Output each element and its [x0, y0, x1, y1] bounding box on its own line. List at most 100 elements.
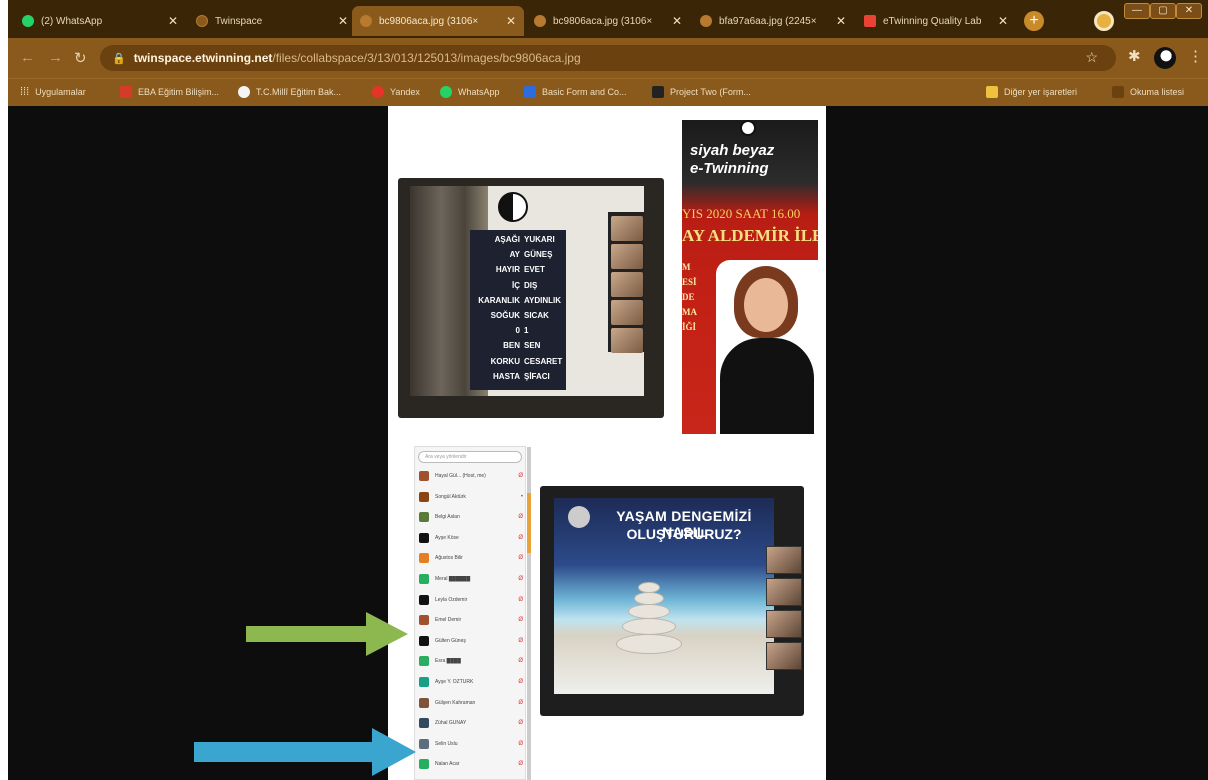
participant-name: Songül Aktürk	[435, 493, 466, 500]
bookmark-label: Basic Form and Co...	[542, 87, 627, 97]
whatsapp-icon	[440, 86, 452, 98]
participant-name: Esra ████	[435, 658, 461, 665]
bookmark-apps[interactable]: ⁞⁞⁞ Uygulamalar	[20, 86, 86, 98]
video-thumbnail	[611, 328, 643, 353]
participant-name: Ayşe Köse	[435, 534, 459, 541]
video-thumbnail	[766, 610, 802, 638]
tab-whatsapp[interactable]: (2) WhatsApp ✕	[14, 6, 186, 36]
bookmark-whatsapp[interactable]: WhatsApp	[440, 86, 500, 98]
right-word: EVET	[524, 265, 545, 275]
close-tab-icon[interactable]: ✕	[836, 14, 846, 28]
close-tab-icon[interactable]: ✕	[672, 14, 682, 28]
participant-row: Zühal GÜNAY Ø	[419, 716, 523, 730]
participant-row: Selin Uslu Ø	[419, 737, 523, 751]
poster-letter: ESİ	[682, 277, 697, 287]
participant-row: Nalan Acar Ø	[419, 757, 523, 771]
participant-avatar	[419, 718, 429, 729]
bookmark-other[interactable]: Diğer yer işaretleri	[986, 86, 1077, 98]
right-word: YUKARI	[524, 235, 555, 244]
close-tab-icon[interactable]: ✕	[998, 14, 1008, 28]
close-tab-icon[interactable]: ✕	[506, 14, 516, 28]
mic-muted-icon: Ø	[518, 514, 523, 521]
video-thumbnail	[611, 216, 643, 241]
reading-list[interactable]: Okuma listesi	[1112, 86, 1184, 98]
bookmark-meb[interactable]: T.C.Millî Eğitim Bak...	[238, 86, 341, 98]
tab-title: bc9806aca.jpg (3106×	[553, 15, 653, 27]
mic-muted-icon: Ø	[518, 658, 523, 665]
tab-title: bfa97a6aa.jpg (2245×	[719, 15, 817, 27]
video-thumbnail	[611, 272, 643, 297]
participant-name: Hayal Gül... (Host, me)	[435, 473, 486, 479]
bookmark-label: Yandex	[390, 87, 420, 97]
green-arrow	[246, 612, 408, 656]
slide-screen: YAŞAM DENGEMİZİ NASIL OLUŞTURURUZ?	[554, 498, 774, 694]
bookmark-star-icon[interactable]: ☆	[1085, 49, 1098, 66]
collage-image[interactable]: AŞAĞI AY HAYIR İÇ KARANLIK SOĞUK 0 BEN KORKU HAST…	[388, 106, 826, 780]
participant-row: Esra ████ Ø	[419, 654, 523, 668]
bookmark-label: Diğer yer işaretleri	[1004, 87, 1078, 97]
mic-muted-icon: •	[520, 493, 523, 500]
forward-icon[interactable]: →	[48, 49, 63, 66]
participant-row: Meral ██████ Ø	[419, 572, 523, 586]
participant-avatar	[419, 677, 429, 687]
participant-name: Selin Uslu	[435, 740, 458, 747]
right-word: SICAK	[524, 311, 549, 320]
tab-image-active[interactable]: bc9806aca.jpg (3106× ✕	[352, 6, 524, 36]
participant-name: Leyla Özdemir	[435, 596, 468, 603]
mic-muted-icon: Ø	[518, 596, 523, 603]
close-tab-icon[interactable]: ✕	[338, 14, 348, 28]
url-host: twinspace.etwinning.net	[133, 51, 273, 65]
url-path: /files/collabspace/3/13/013/125013/image…	[272, 51, 581, 65]
left-word: AŞAĞI	[494, 235, 520, 244]
right-word: ŞİFACI	[524, 371, 550, 381]
extensions-icon[interactable]: ✱	[1128, 47, 1141, 65]
lock-icon[interactable]: 🔒	[112, 52, 126, 65]
bookmarks-bar: ⁞⁞⁞ Uygulamalar EBA Eğitim Bilişim... T.…	[8, 78, 1208, 106]
speaker-photo	[716, 260, 818, 434]
profile-icon[interactable]	[1094, 11, 1114, 31]
whatsapp-icon	[22, 15, 34, 27]
tab-twinspace[interactable]: Twinspace ✕	[188, 6, 356, 36]
folder-icon	[986, 86, 998, 98]
image-file-icon	[534, 15, 546, 27]
close-window-button[interactable]: ✕	[1176, 3, 1202, 19]
tab-image-3[interactable]: bfa97a6aa.jpg (2245× ✕	[692, 6, 854, 36]
participant-avatar	[419, 574, 429, 584]
stone	[628, 604, 670, 619]
browser-toolbar: ← → ↻ 🔒 twinspace.etwinning.net /files/c…	[8, 38, 1208, 78]
mic-muted-icon: Ø	[518, 699, 523, 706]
participant-name: Ağustos Bilir	[435, 555, 463, 562]
participant-row: Songül Aktürk •	[419, 490, 523, 504]
bookmark-label: Uygulamalar	[35, 87, 86, 97]
reload-icon[interactable]: ↻	[74, 49, 87, 67]
video-thumbnail	[766, 546, 802, 574]
bookmark-yandex[interactable]: Yandex	[372, 86, 420, 98]
left-word: HASTA	[493, 371, 520, 381]
video-thumbnails	[766, 546, 804, 676]
poster-letter: M	[682, 262, 691, 272]
back-icon[interactable]: ←	[20, 49, 35, 66]
poster-date: YIS 2020 SAAT 16.00	[682, 206, 801, 221]
tab-strip: (2) WhatsApp ✕ Twinspace ✕ bc9806aca.jpg…	[8, 0, 1208, 38]
minimize-button[interactable]: —	[1124, 3, 1150, 19]
poster-title: siyah beyaz	[690, 142, 775, 159]
video-thumbnail	[611, 244, 643, 269]
close-tab-icon[interactable]: ✕	[168, 14, 178, 28]
participant-avatar	[419, 697, 429, 708]
left-word: HAYIR	[495, 265, 520, 275]
page-icon	[196, 15, 208, 27]
bookmark-basic-form[interactable]: Basic Form and Co...	[524, 86, 627, 98]
bookmark-project-two[interactable]: Project Two (Form...	[652, 86, 751, 98]
participant-avatar	[419, 594, 429, 605]
participant-name: Belgi Aslan	[435, 514, 460, 521]
tab-gmail[interactable]: eTwinning Quality Lab ✕	[856, 6, 1016, 36]
participant-name: Zühal GÜNAY	[435, 720, 467, 727]
profile-avatar[interactable]	[1154, 47, 1176, 69]
maximize-button[interactable]: ▢	[1150, 3, 1176, 19]
tab-image-2[interactable]: bc9806aca.jpg (3106× ✕	[526, 6, 690, 36]
mic-muted-icon: Ø	[518, 576, 523, 582]
bookmark-eba[interactable]: EBA Eğitim Bilişim...	[120, 86, 219, 98]
menu-icon[interactable]: ⋮	[1188, 47, 1203, 65]
address-bar[interactable]: 🔒 twinspace.etwinning.net /files/collabs…	[100, 45, 1116, 71]
new-tab-button[interactable]: +	[1024, 11, 1044, 31]
